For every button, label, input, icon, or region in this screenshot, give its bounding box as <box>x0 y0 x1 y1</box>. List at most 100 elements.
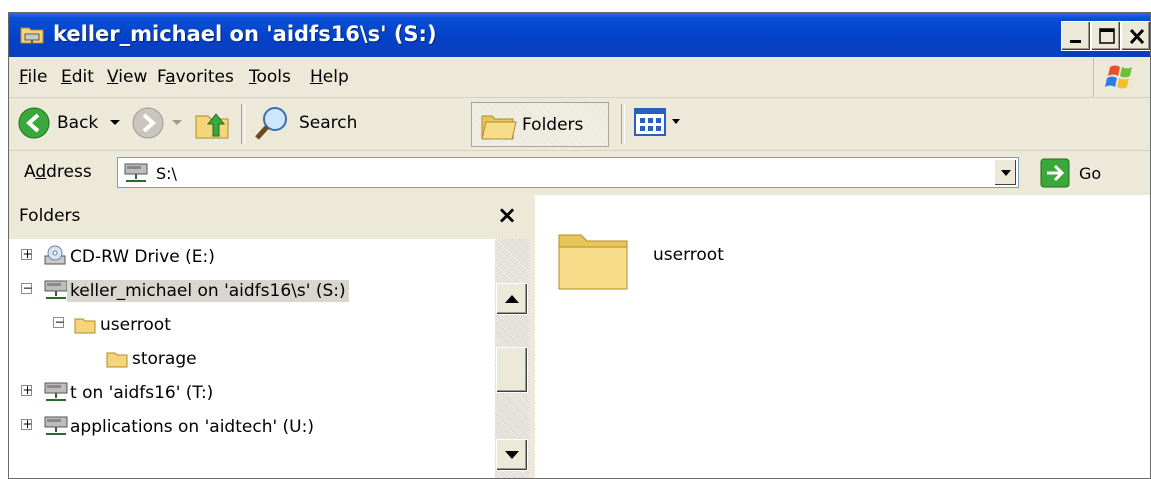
tree-item-t-drive[interactable]: + t on 'aidfs16' (T:) <box>9 375 495 409</box>
expand-toggle-glyph: + <box>22 383 33 397</box>
folders-button[interactable]: Folders <box>471 102 609 147</box>
scroll-down-button[interactable] <box>496 439 528 471</box>
forward-dropdown-icon[interactable] <box>171 118 183 128</box>
folders-pane: Folders × + CD-RW Drive (E:) − keller_mi… <box>9 195 535 478</box>
chevron-up-icon <box>505 295 519 303</box>
windows-logo <box>1093 57 1150 97</box>
folders-pane-title: Folders <box>19 206 81 226</box>
minimize-button[interactable] <box>1061 21 1091 51</box>
go-button-label: Go <box>1079 164 1102 183</box>
folders-pane-header: Folders × <box>9 195 529 239</box>
tree-item-storage[interactable]: storage <box>9 341 495 375</box>
explorer-window: keller_michael on 'aidfs16\s' (S:) File … <box>8 12 1151 479</box>
menu-file-label: ile <box>27 67 48 87</box>
menu-tools-label: ools <box>256 67 291 87</box>
menu-edit[interactable]: Edit <box>61 67 94 87</box>
tree-item-cd-drive[interactable]: + CD-RW Drive (E:) <box>9 239 495 273</box>
close-button[interactable] <box>1121 21 1150 51</box>
back-arrow-icon[interactable] <box>17 106 51 140</box>
tree-item-label: userroot <box>100 315 171 335</box>
menu-help[interactable]: Help <box>310 67 349 87</box>
folder-tree-scrollbar[interactable] <box>495 239 529 478</box>
network-drive-icon <box>124 163 148 182</box>
expand-toggle-glyph: + <box>22 247 33 261</box>
menu-bar: File Edit View Favorites Tools Help <box>9 57 1150 98</box>
go-arrow-icon <box>1040 158 1070 188</box>
windows-flag-icon <box>1105 65 1132 89</box>
views-icon[interactable] <box>633 107 669 139</box>
collapse-toggle-glyph: − <box>54 315 65 329</box>
close-pane-icon[interactable]: × <box>497 201 517 229</box>
folder-tree: + CD-RW Drive (E:) − keller_michael on '… <box>9 239 495 478</box>
title-bar[interactable]: keller_michael on 'aidfs16\s' (S:) <box>9 13 1150 57</box>
network-drive-icon <box>44 382 68 401</box>
menu-tools-key: T <box>249 67 257 87</box>
menu-favorites-key: a <box>165 67 176 87</box>
menu-favorites[interactable]: Favorites <box>157 67 234 87</box>
window-title: keller_michael on 'aidfs16\s' (S:) <box>53 22 437 46</box>
toolbar-separator <box>621 104 625 144</box>
search-button-label[interactable]: Search <box>299 113 357 133</box>
folders-icon <box>481 115 517 140</box>
expand-toggle[interactable]: + <box>21 383 33 397</box>
network-drive-icon <box>44 416 68 435</box>
menu-file-key: F <box>19 67 28 87</box>
forward-arrow-icon[interactable] <box>131 106 165 140</box>
folder-icon <box>74 318 96 334</box>
tree-item-label: storage <box>132 349 197 369</box>
address-label-key: d <box>35 162 47 182</box>
maximize-button[interactable] <box>1091 21 1121 51</box>
network-folder-icon <box>20 27 44 44</box>
scroll-up-button[interactable] <box>496 283 528 315</box>
address-input[interactable]: S:\ <box>117 157 1019 188</box>
back-button-label[interactable]: Back <box>57 113 98 133</box>
go-button[interactable]: Go <box>1039 157 1139 189</box>
up-folder-icon[interactable] <box>193 104 231 142</box>
tree-item-label: t on 'aidfs16' (T:) <box>70 383 214 403</box>
collapse-toggle-glyph: − <box>22 281 33 295</box>
menu-view-label: iew <box>118 67 148 87</box>
file-item-label: userroot <box>653 245 724 265</box>
tree-item-u-drive[interactable]: + applications on 'aidtech' (U:) <box>9 409 495 443</box>
menu-edit-label: dit <box>71 67 94 87</box>
tree-item-label: applications on 'aidtech' (U:) <box>70 417 314 437</box>
address-dropdown-button[interactable] <box>994 159 1017 186</box>
folder-icon <box>106 352 128 368</box>
network-drive-icon <box>44 280 68 299</box>
large-folder-icon <box>558 234 628 290</box>
menu-favorites-label: vorites <box>175 67 234 87</box>
collapse-toggle[interactable]: − <box>21 281 33 295</box>
menu-edit-key: E <box>61 67 72 87</box>
menu-file[interactable]: File <box>19 67 47 87</box>
address-value: S:\ <box>156 164 177 183</box>
menu-view[interactable]: View <box>107 67 147 87</box>
chevron-down-icon <box>1001 170 1011 176</box>
collapse-toggle[interactable]: − <box>53 315 65 329</box>
cd-drive-icon <box>44 245 66 265</box>
address-bar: Address S:\ Go <box>9 151 1150 196</box>
folder-contents: userroot <box>535 195 1150 478</box>
views-dropdown-icon[interactable] <box>671 118 681 126</box>
toolbar-separator <box>241 104 245 144</box>
chevron-down-icon <box>505 451 519 459</box>
minimize-icon <box>1070 40 1081 43</box>
scroll-thumb[interactable] <box>496 347 528 393</box>
file-item-userroot[interactable]: userroot <box>555 225 755 315</box>
close-icon <box>1129 28 1145 45</box>
back-dropdown-icon[interactable] <box>109 118 121 128</box>
menu-help-key: H <box>310 67 323 87</box>
tree-item-userroot[interactable]: − userroot <box>9 307 495 341</box>
expand-toggle[interactable]: + <box>21 247 33 261</box>
menu-favorites-pre: F <box>157 67 166 87</box>
tree-item-s-drive[interactable]: − keller_michael on 'aidfs16\s' (S:) <box>9 273 495 307</box>
standard-toolbar: Back Search Folders <box>9 98 1150 151</box>
folders-button-label: Folders <box>522 115 584 135</box>
address-label: Address <box>24 162 92 182</box>
menu-view-key: V <box>107 67 119 87</box>
menu-tools[interactable]: Tools <box>249 67 291 87</box>
tree-item-label: keller_michael on 'aidfs16\s' (S:) <box>67 280 349 302</box>
expand-toggle[interactable]: + <box>21 417 33 431</box>
address-label-rest: dress <box>46 162 92 182</box>
search-icon[interactable] <box>253 104 291 142</box>
maximize-icon <box>1099 28 1115 44</box>
